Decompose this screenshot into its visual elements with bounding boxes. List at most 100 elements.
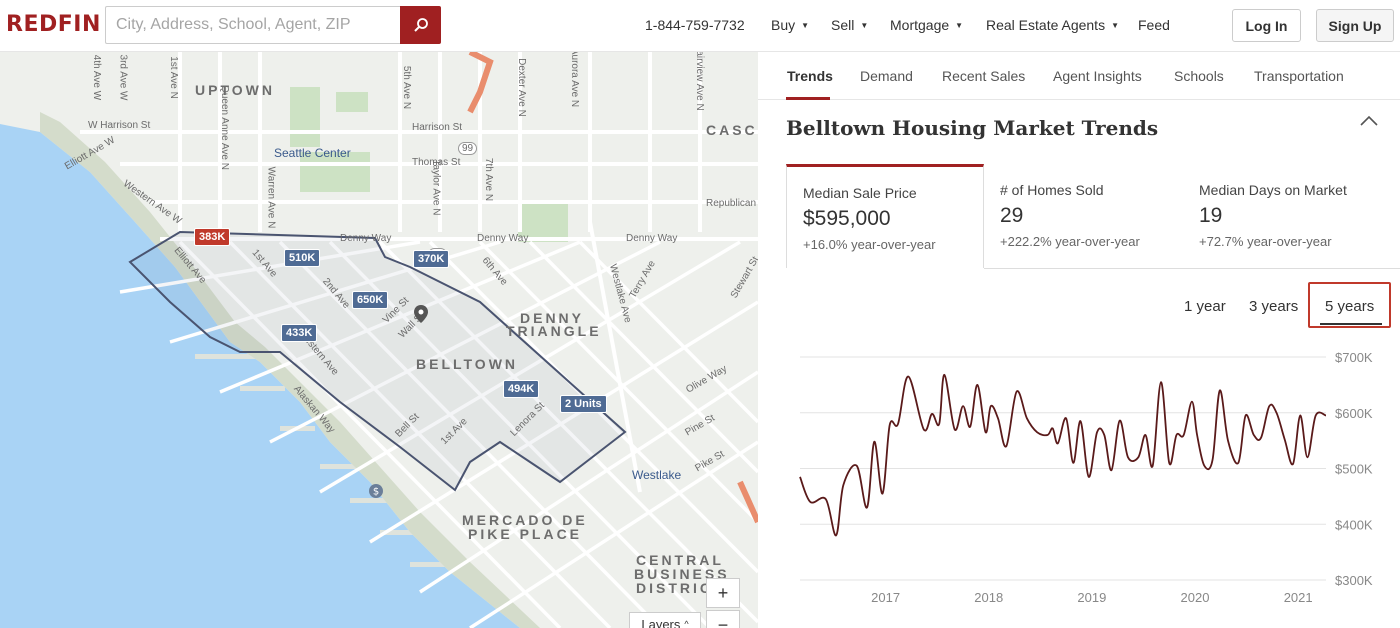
caret-down-icon: ▼ xyxy=(955,21,964,30)
panel-title: Belltown Housing Market Trends xyxy=(786,116,1159,140)
map-street-label: Denny Way xyxy=(626,233,678,244)
map-label-uptown: UPTOWN xyxy=(195,82,275,98)
price-pin[interactable]: 370K xyxy=(413,250,450,268)
x-tick-label: 2017 xyxy=(871,590,900,605)
phone-number[interactable]: 1-844-759-7732 xyxy=(645,17,745,33)
stat-value: 29 xyxy=(1000,204,1024,227)
y-tick-label: $400K xyxy=(1335,517,1373,532)
stat-label: Median Sale Price xyxy=(803,185,917,201)
map-poi-seattle-center[interactable]: Seattle Center xyxy=(274,146,351,160)
tab-trends[interactable]: Trends xyxy=(787,68,833,84)
period-selected-underline xyxy=(1320,323,1382,325)
period-5-years[interactable]: 5 years xyxy=(1325,298,1374,315)
caret-down-icon: ▼ xyxy=(1111,21,1119,30)
section-tabs: Trends Demand Recent Sales Agent Insight… xyxy=(758,52,1400,100)
map-label-cascade: CASC xyxy=(706,122,758,138)
map-street-label: 7th Ave N xyxy=(483,157,495,202)
nav-real-estate-agents[interactable]: Real Estate Agents ▼ xyxy=(986,17,1119,33)
price-pin[interactable]: 494K xyxy=(503,380,540,398)
y-tick-label: $600K xyxy=(1335,406,1373,421)
nav-sell-label: Sell xyxy=(831,17,855,33)
map-street-label: 1st Ave N xyxy=(167,56,179,99)
layers-label: Layers xyxy=(641,616,681,628)
map-street-label: Republican St xyxy=(706,198,758,209)
map-street-label: Queen Anne Ave N xyxy=(218,85,230,170)
location-pin-icon[interactable] xyxy=(414,305,428,323)
price-pin[interactable]: 383K xyxy=(194,228,231,246)
nav-mortgage[interactable]: Mortgage ▼ xyxy=(890,17,963,33)
nav-mortgage-label: Mortgage xyxy=(890,17,950,33)
nav-buy-label: Buy xyxy=(771,17,796,33)
price-pin[interactable]: 650K xyxy=(352,291,389,309)
map-label-belltown: BELLTOWN xyxy=(416,356,519,372)
stat-label: # of Homes Sold xyxy=(1000,182,1104,198)
caret-down-icon: ▼ xyxy=(801,21,810,30)
search-input[interactable] xyxy=(105,6,401,44)
layers-button[interactable]: Layers ^ xyxy=(629,612,701,628)
stat-divider xyxy=(984,268,1400,269)
tab-recent-sales[interactable]: Recent Sales xyxy=(942,68,1025,84)
period-1-year[interactable]: 1 year xyxy=(1184,298,1226,315)
x-tick-label: 2021 xyxy=(1284,590,1313,605)
stat-median-sale-price[interactable]: Median Sale Price $595,000 +16.0% year-o… xyxy=(786,164,984,268)
map-street-label: Warren Ave N xyxy=(265,166,277,229)
y-tick-label: $300K xyxy=(1335,573,1373,588)
price-pin[interactable]: 510K xyxy=(284,249,321,267)
map-street-label: 5th Ave N xyxy=(401,65,413,110)
caret-down-icon: ▼ xyxy=(860,21,869,30)
map-area[interactable]: UPTOWN DENNY TRIANGLE BELLTOWN MERCADO D… xyxy=(0,52,758,628)
nav-sell[interactable]: Sell ▼ xyxy=(831,17,868,33)
search-button[interactable] xyxy=(400,6,441,44)
stat-change: +222.2% year-over-year xyxy=(1000,234,1140,249)
map-street-label: Taylor Ave N xyxy=(430,159,442,216)
map-street-label: Harrison St xyxy=(412,122,463,133)
period-3-years[interactable]: 3 years xyxy=(1249,298,1298,315)
nav-agents-label: Real Estate Agents xyxy=(986,17,1106,33)
map-street-label: Denny Way xyxy=(477,233,529,244)
money-icon[interactable]: $ xyxy=(369,484,383,498)
stat-homes-sold[interactable]: # of Homes Sold 29 +222.2% year-over-yea… xyxy=(984,164,1182,268)
map-street-label: Denny Way xyxy=(340,233,392,244)
zoom-in-button[interactable]: + xyxy=(706,578,740,608)
map-street-label: Dexter Ave N xyxy=(515,58,527,117)
chevron-up-icon: ^ xyxy=(684,619,689,628)
stat-label: Median Days on Market xyxy=(1199,182,1347,198)
signup-button[interactable]: Sign Up xyxy=(1316,9,1394,42)
map-street-label: 4th Ave W xyxy=(91,54,103,101)
stat-value: 19 xyxy=(1199,204,1223,227)
y-tick-label: $500K xyxy=(1335,462,1373,477)
price-pin[interactable]: 433K xyxy=(281,324,318,342)
login-button[interactable]: Log In xyxy=(1232,9,1301,42)
tab-agent-insights[interactable]: Agent Insights xyxy=(1053,68,1142,84)
map-street-label: Aurora Ave N xyxy=(569,52,581,108)
y-tick-label: $700K xyxy=(1335,350,1373,365)
map-street-label: 3rd Ave W xyxy=(117,54,129,101)
svg-text:$: $ xyxy=(373,487,379,498)
redfin-logo[interactable]: REDFIN xyxy=(6,12,101,37)
map-label-triangle: TRIANGLE xyxy=(506,323,602,339)
nav-feed[interactable]: Feed xyxy=(1138,17,1170,33)
map-street-label: W Harrison St xyxy=(88,120,151,131)
stat-change: +16.0% year-over-year xyxy=(803,237,936,252)
stat-days-on-market[interactable]: Median Days on Market 19 +72.7% year-ove… xyxy=(1183,164,1393,268)
median-sale-price-chart[interactable]: $300K $400K $500K $600K $700K 2017 2018 2019 202… xyxy=(758,342,1400,628)
nav-buy[interactable]: Buy ▼ xyxy=(771,17,809,33)
search-icon xyxy=(413,18,428,32)
stat-change: +72.7% year-over-year xyxy=(1199,234,1332,249)
chevron-up-icon[interactable] xyxy=(1358,114,1380,128)
map-label-district: DISTRIC xyxy=(636,580,713,596)
tab-demand[interactable]: Demand xyxy=(860,68,913,84)
median-price-series-line[interactable] xyxy=(799,373,1327,537)
tab-schools[interactable]: Schools xyxy=(1174,68,1224,84)
price-pin[interactable]: 2 Units xyxy=(560,395,607,413)
tab-transportation[interactable]: Transportation xyxy=(1254,68,1344,84)
trends-panel: Trends Demand Recent Sales Agent Insight… xyxy=(758,52,1400,628)
map-poi-westlake[interactable]: Westlake xyxy=(632,468,681,482)
x-tick-label: 2020 xyxy=(1181,590,1210,605)
site-header: REDFIN 1-844-759-7732 Buy ▼ Sell ▼ Mortgag… xyxy=(0,0,1400,52)
map-label-pike-place: PIKE PLACE xyxy=(468,526,583,542)
x-tick-label: 2018 xyxy=(974,590,1003,605)
active-tab-indicator xyxy=(786,97,830,100)
zoom-out-button[interactable]: − xyxy=(706,610,740,628)
map-street-label: Fairview Ave N xyxy=(693,52,705,111)
